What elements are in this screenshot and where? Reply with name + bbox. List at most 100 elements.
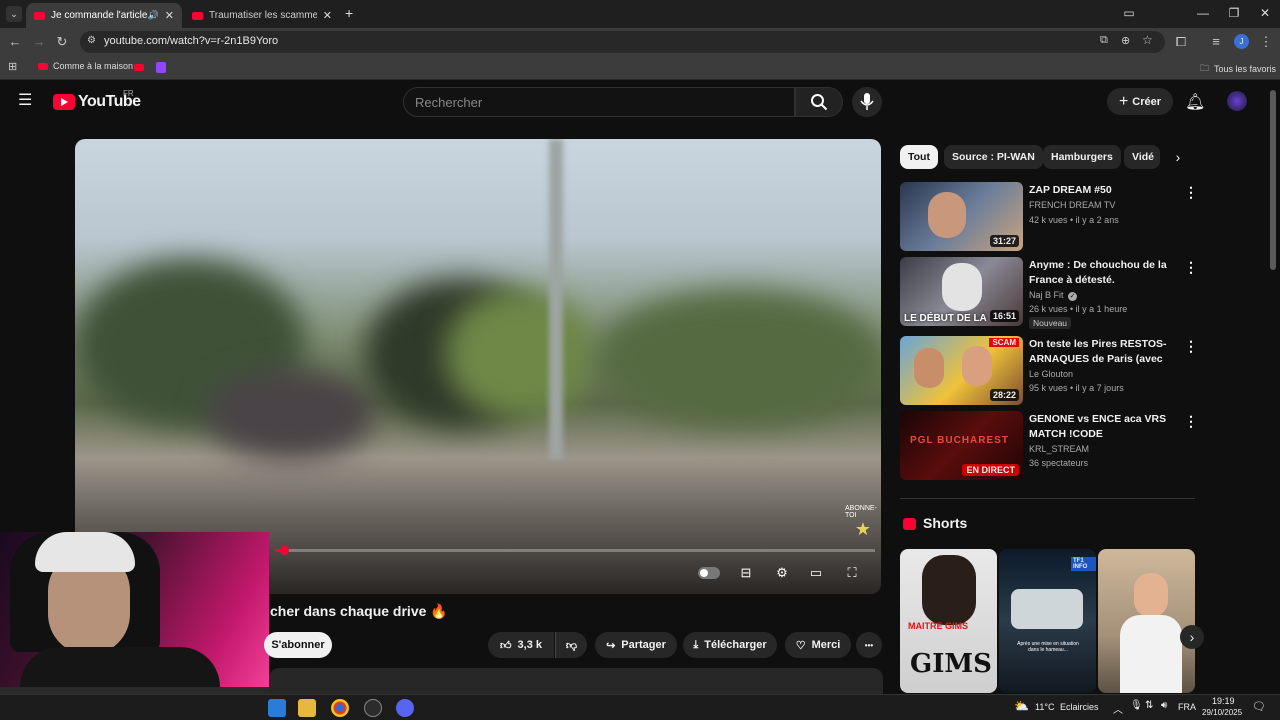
chip-videos[interactable]: Vidé	[1124, 145, 1160, 169]
tab-active[interactable]: Je commande l'article le plu 🔊 ✕	[26, 3, 182, 28]
microphone-icon[interactable]: 🎙︎	[1130, 700, 1143, 711]
shorts-next-icon[interactable]: ›	[1180, 625, 1204, 649]
notifications-bell-icon[interactable]: 🔔︎	[1185, 92, 1205, 112]
create-button[interactable]: + Créer	[1107, 88, 1173, 115]
short-item[interactable]: MAITRE GIMS GIMS	[900, 549, 997, 693]
subtitles-icon[interactable]: ⊟	[733, 563, 759, 583]
search-input[interactable]: Rechercher	[403, 87, 795, 117]
theater-mode-icon[interactable]: ▭	[803, 563, 829, 583]
youtube-bookmark-icon[interactable]	[134, 64, 144, 71]
share-button[interactable]: ↪ Partager	[595, 632, 677, 658]
site-info-icon[interactable]: ⚙	[87, 35, 96, 46]
video-thumbnail[interactable]: LE DÉBUT DE LA 16:51	[900, 257, 1023, 326]
clock-time[interactable]: 19:19	[1212, 696, 1235, 706]
file-explorer-icon[interactable]	[298, 699, 316, 717]
short-item[interactable]: TF1 INFO Après une mise en situation dan…	[999, 549, 1096, 693]
more-actions-button[interactable]: •••	[856, 632, 882, 658]
zoom-icon[interactable]: ⊕	[1121, 34, 1130, 47]
weather-icon[interactable]: ⛅	[1014, 699, 1029, 713]
weather-temp: 11°C	[1035, 702, 1055, 712]
recommendation-title[interactable]: On teste les Pires RESTOS-ARNAQUES de Pa…	[1029, 337, 1179, 367]
search-button[interactable]	[795, 87, 843, 117]
recommendation-title[interactable]: GENONE vs ENCE aca VRS MATCH !CODE	[1029, 412, 1179, 442]
region-code: FR	[123, 89, 134, 98]
voice-search-button[interactable]	[852, 87, 882, 117]
close-window-icon[interactable]: ✕	[1252, 4, 1278, 22]
bookmark-comme-a-la-maison[interactable]: Comme à la maison	[38, 61, 133, 71]
clock-date[interactable]: 29/10/2025	[1202, 708, 1242, 717]
new-badge: Nouveau	[1029, 317, 1072, 329]
channel-name[interactable]: Le Glouton	[1029, 369, 1073, 379]
like-button[interactable]: 👍︎ 3,3 k	[488, 632, 554, 658]
recommendation-item[interactable]: 31:27 ZAP DREAM #50 FRENCH DREAM TV 42 k…	[900, 182, 1200, 252]
chips-next-icon[interactable]: ›	[1166, 145, 1190, 169]
fullscreen-icon[interactable]: ⛶	[839, 563, 865, 583]
tab-search-button[interactable]: ⌄	[6, 6, 22, 22]
notification-center-icon[interactable]: 🗨︎	[1252, 700, 1266, 713]
thanks-button[interactable]: ♡ Merci	[785, 632, 851, 658]
new-tab-button[interactable]: +	[345, 5, 353, 21]
recommendation-title[interactable]: Anyme : De chouchou de la France à détes…	[1029, 258, 1179, 288]
short-subtitle: MAITRE GIMS	[908, 621, 968, 631]
autoplay-toggle[interactable]	[695, 563, 723, 583]
speaker-icon[interactable]: 🔊	[148, 10, 159, 21]
recommendation-item[interactable]: SCAM 28:22 On teste les Pires RESTOS-ARN…	[900, 336, 1200, 406]
chip-hamburgers[interactable]: Hamburgers	[1043, 145, 1121, 169]
more-options-icon[interactable]: ⋮	[1184, 184, 1198, 201]
chip-all[interactable]: Tout	[900, 145, 938, 169]
channel-name[interactable]: KRL_STREAM	[1029, 444, 1089, 454]
page-scrollbar[interactable]	[1270, 90, 1276, 270]
chrome-icon[interactable]	[331, 699, 349, 717]
browser-menu-icon[interactable]: ⋮	[1257, 33, 1275, 51]
video-thumbnail[interactable]: PGL BUCHAREST EN DIRECT	[900, 411, 1023, 480]
extensions-icon[interactable]: ⧠	[1172, 33, 1190, 51]
more-options-icon[interactable]: ⋮	[1184, 259, 1198, 276]
subscribe-watermark[interactable]: ABONNE-TOI ★	[845, 505, 881, 540]
settings-gear-icon[interactable]: ⚙	[769, 563, 795, 583]
close-tab-icon[interactable]: ✕	[165, 9, 174, 22]
more-options-icon[interactable]: ⋮	[1184, 338, 1198, 355]
account-avatar[interactable]	[1227, 91, 1247, 111]
reload-icon[interactable]: ↻	[53, 33, 71, 51]
install-app-icon[interactable]: ⧉	[1100, 34, 1108, 47]
restore-icon[interactable]: ❐	[1221, 4, 1247, 22]
channel-name[interactable]: FRENCH DREAM TV	[1029, 200, 1115, 210]
volume-icon[interactable]: 🔊︎	[1161, 700, 1167, 711]
more-options-icon[interactable]: ⋮	[1184, 413, 1198, 430]
tray-chevron-icon[interactable]: ︿	[1113, 701, 1123, 716]
reading-list-icon[interactable]: ≡	[1207, 33, 1225, 51]
window-tab-icon[interactable]: ▭	[1116, 4, 1142, 22]
start-menu-icon[interactable]	[268, 699, 286, 717]
progress-bar[interactable]	[275, 546, 875, 555]
profile-avatar[interactable]: J	[1234, 34, 1249, 49]
video-player[interactable]: ABONNE-TOI ★ ⊟ ⚙ ▭ ⛶	[75, 139, 881, 594]
channel-name[interactable]: Naj B Fit ✓	[1029, 290, 1078, 301]
all-favorites-folder[interactable]: 🗀 Tous les favoris	[1200, 61, 1276, 77]
forward-icon[interactable]: →	[30, 33, 48, 51]
tab-inactive[interactable]: Traumatiser les scammers parto ✕	[184, 3, 340, 28]
discord-icon[interactable]	[396, 699, 414, 717]
video-thumbnail[interactable]: SCAM 28:22	[900, 336, 1023, 405]
minimize-icon[interactable]: —	[1190, 4, 1216, 22]
progress-scrubber[interactable]	[280, 546, 289, 555]
back-icon[interactable]: ←	[6, 33, 24, 51]
short-item[interactable]	[1098, 549, 1195, 693]
recommendation-item[interactable]: PGL BUCHAREST EN DIRECT GENONE vs ENCE a…	[900, 411, 1200, 481]
language-indicator[interactable]: FRA	[1178, 702, 1196, 712]
video-thumbnail[interactable]: 31:27	[900, 182, 1023, 251]
subscribe-button[interactable]: S'abonner	[264, 632, 332, 658]
bookmark-star-icon[interactable]: ☆	[1142, 33, 1153, 47]
apps-grid-icon[interactable]: ⊞	[8, 60, 17, 73]
chip-source[interactable]: Source : PI-WAN	[944, 145, 1043, 169]
close-tab-icon[interactable]: ✕	[323, 9, 332, 22]
network-icon[interactable]: ⇅	[1145, 700, 1153, 711]
video-title: cher dans chaque drive 🔥	[270, 603, 448, 619]
download-button[interactable]: ⤓ Télécharger	[683, 632, 777, 658]
recommendation-item[interactable]: LE DÉBUT DE LA 16:51 Anyme : De chouchou…	[900, 257, 1200, 329]
menu-hamburger-icon[interactable]: ☰	[18, 93, 34, 109]
recommendation-title[interactable]: ZAP DREAM #50	[1029, 183, 1179, 198]
address-bar[interactable]: ⚙ youtube.com/watch?v=r-2n1B9Yoro ⧉ ⊕ ☆	[80, 31, 1165, 53]
app-icon[interactable]	[364, 699, 382, 717]
twitch-bookmark-icon[interactable]	[156, 62, 166, 73]
dislike-button[interactable]: 👎︎	[555, 632, 587, 658]
